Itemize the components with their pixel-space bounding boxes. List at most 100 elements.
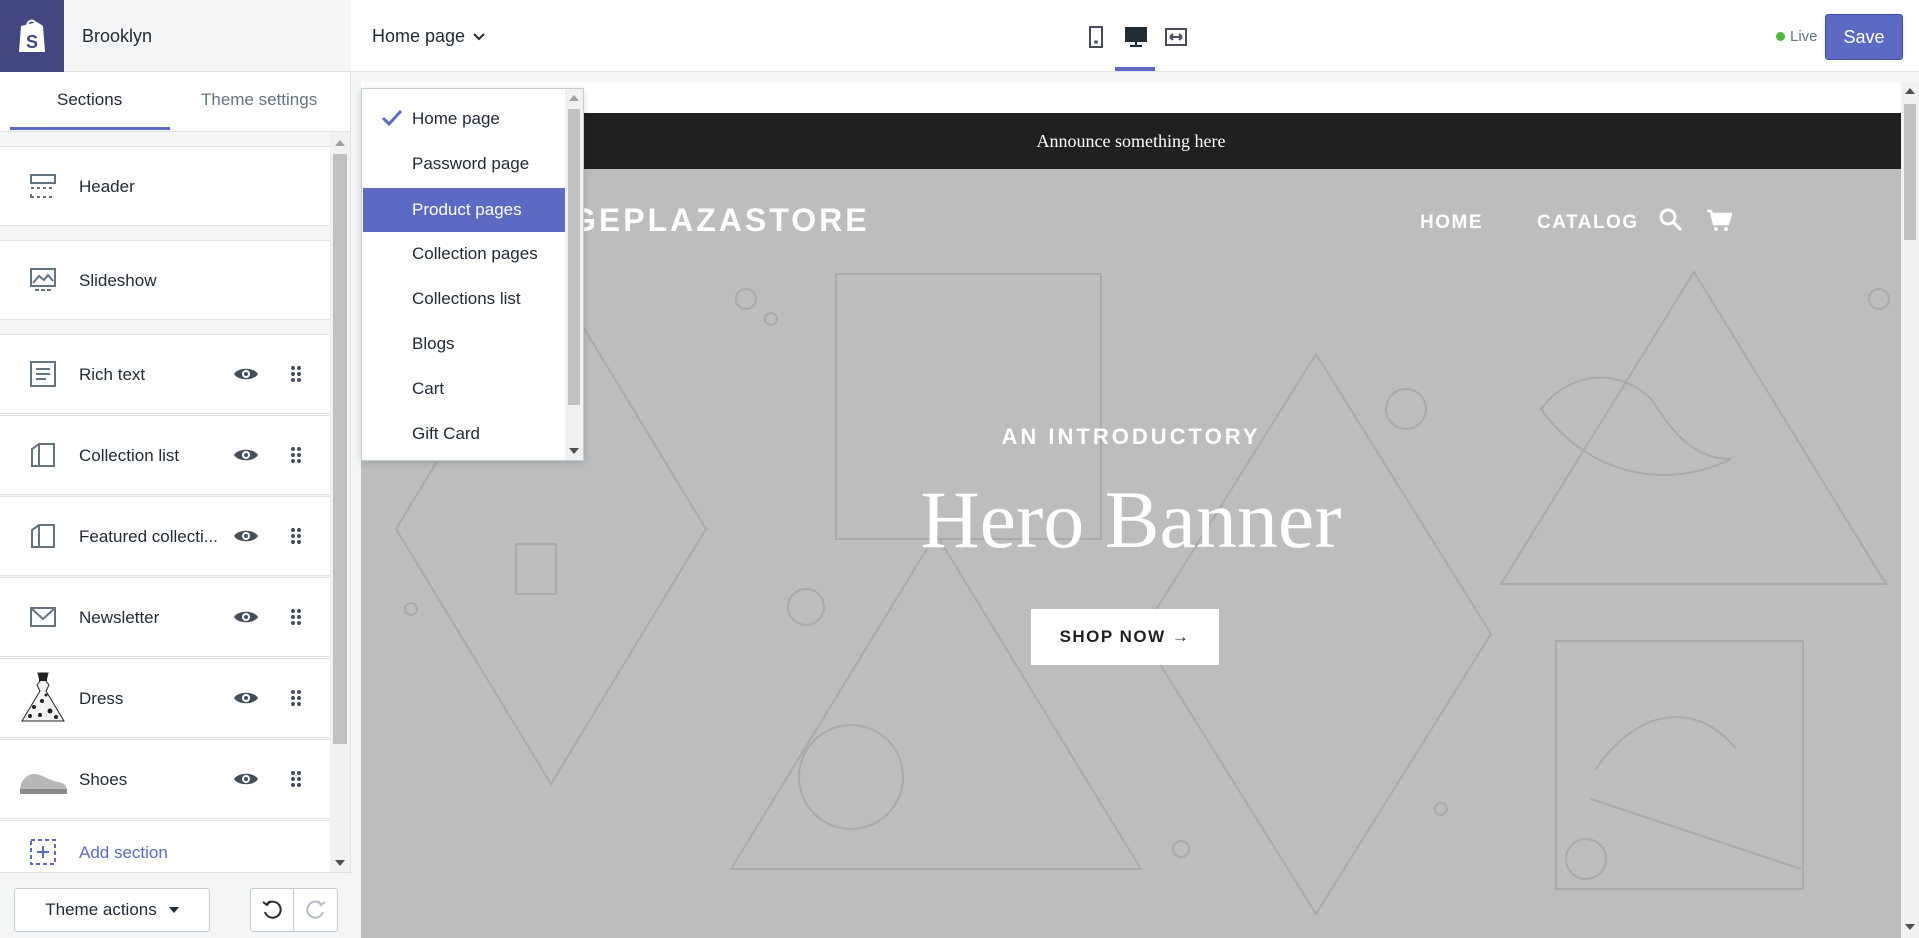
- eye-icon[interactable]: [233, 769, 259, 789]
- section-list-scrollbar[interactable]: [330, 132, 350, 872]
- redo-button[interactable]: [294, 889, 337, 931]
- scroll-down-arrow-icon[interactable]: [335, 860, 345, 866]
- collection-icon: [28, 521, 58, 551]
- store-logo-text[interactable]: GEPLAZASTORE: [571, 202, 870, 239]
- desktop-icon[interactable]: [1124, 24, 1148, 50]
- slideshow-image-icon: [28, 265, 58, 295]
- eye-icon[interactable]: [233, 607, 259, 627]
- dropdown-item-collection-pages[interactable]: Collection pages: [363, 232, 565, 276]
- tab-sections[interactable]: Sections: [57, 90, 122, 110]
- announcement-bar[interactable]: Announce something here: [361, 113, 1901, 169]
- redo-icon: [305, 900, 326, 919]
- section-item-featured-collection[interactable]: Featured collecti...: [0, 496, 330, 576]
- section-item-collection-list[interactable]: Collection list: [0, 415, 330, 495]
- section-item-header[interactable]: Header: [0, 146, 330, 226]
- brand-bar: S Brooklyn: [0, 0, 351, 72]
- dropdown-item-label: Blogs: [412, 334, 455, 353]
- hero-slideshow: GEPLAZASTORE HOME CATALOG AN INTRODUCTOR…: [361, 169, 1901, 938]
- section-label: Shoes: [79, 770, 128, 789]
- dropdown-item-blogs[interactable]: Blogs: [363, 322, 565, 366]
- tab-theme-settings[interactable]: Theme settings: [201, 90, 317, 110]
- text-block-icon: [28, 359, 58, 389]
- dropdown-item-gift-card[interactable]: Gift Card: [363, 412, 565, 456]
- active-tab-indicator: [10, 127, 170, 130]
- dropdown-item-label: Collections list: [412, 289, 521, 308]
- hero-subtitle: AN INTRODUCTORY: [1001, 424, 1261, 449]
- envelope-icon: [28, 602, 58, 632]
- section-label: Dress: [79, 689, 124, 708]
- device-switcher: [1084, 24, 1188, 50]
- mobile-icon[interactable]: [1084, 24, 1108, 50]
- scrollbar-thumb[interactable]: [1904, 104, 1916, 240]
- section-label: Rich text: [79, 365, 146, 384]
- nav-link-home[interactable]: HOME: [1420, 212, 1483, 234]
- search-icon[interactable]: [1658, 207, 1684, 233]
- scroll-up-arrow-icon[interactable]: [1905, 88, 1915, 94]
- eye-icon[interactable]: [233, 526, 259, 546]
- preview-scrollbar[interactable]: [1901, 82, 1919, 938]
- scroll-up-arrow-icon[interactable]: [569, 95, 579, 101]
- scrollbar-thumb[interactable]: [568, 109, 580, 405]
- shopify-logo-icon[interactable]: S: [0, 0, 64, 72]
- nav-link-catalog[interactable]: CATALOG: [1537, 212, 1639, 234]
- svg-text:S: S: [26, 32, 38, 52]
- live-status: Live: [1776, 28, 1818, 45]
- dropdown-item-product-pages[interactable]: Product pages: [363, 188, 565, 232]
- undo-button[interactable]: [251, 889, 295, 931]
- store-name: Brooklyn: [82, 26, 153, 46]
- dropdown-item-password-page[interactable]: Password page: [363, 142, 565, 186]
- section-label: Slideshow: [79, 271, 157, 290]
- dropdown-item-cart[interactable]: Cart: [363, 367, 565, 411]
- section-list: Header Slideshow Rich text Collection li…: [0, 132, 330, 872]
- add-section-button[interactable]: Add section: [0, 820, 330, 872]
- undo-icon: [262, 900, 282, 919]
- collection-icon: [28, 440, 58, 470]
- scrollbar-thumb[interactable]: [333, 154, 347, 744]
- page-selector[interactable]: Home page: [372, 26, 485, 47]
- save-button[interactable]: Save: [1825, 14, 1903, 60]
- theme-actions-button[interactable]: Theme actions: [14, 888, 210, 932]
- eye-icon[interactable]: [233, 364, 259, 384]
- eye-icon[interactable]: [233, 445, 259, 465]
- section-label: Newsletter: [79, 608, 160, 627]
- section-label: Featured collecti...: [79, 527, 218, 546]
- page-selector-dropdown: Home page Password page Product pages Co…: [361, 88, 584, 461]
- scroll-up-arrow-icon[interactable]: [335, 140, 345, 146]
- section-label: Header: [79, 177, 135, 196]
- dropdown-item-collections-list[interactable]: Collections list: [363, 277, 565, 321]
- theme-preview: Announce something here GEPLAZASTORE HOM…: [351, 72, 1919, 938]
- add-section-icon: [28, 837, 58, 867]
- live-status-label: Live: [1790, 28, 1818, 45]
- cart-icon[interactable]: [1706, 207, 1732, 233]
- hero-title: Hero Banner: [920, 474, 1342, 565]
- active-device-indicator: [1115, 67, 1155, 71]
- section-item-slideshow[interactable]: Slideshow: [0, 240, 330, 320]
- live-status-dot: [1776, 32, 1785, 41]
- scroll-down-arrow-icon[interactable]: [569, 448, 579, 454]
- dropdown-scrollbar[interactable]: [565, 89, 583, 460]
- shop-now-button[interactable]: SHOP NOW →: [1031, 609, 1219, 665]
- drag-handle-icon[interactable]: [288, 526, 304, 546]
- shoes-thumbnail: [20, 774, 67, 794]
- section-item-dress[interactable]: Dress: [0, 658, 330, 738]
- scroll-down-arrow-icon[interactable]: [1905, 924, 1915, 930]
- drag-handle-icon[interactable]: [288, 688, 304, 708]
- drag-handle-icon[interactable]: [288, 607, 304, 627]
- page-selector-label: Home page: [372, 26, 466, 46]
- sidebar-tabs: Sections Theme settings: [0, 72, 351, 132]
- dropdown-item-label: Collection pages: [412, 244, 538, 263]
- section-item-rich-text[interactable]: Rich text: [0, 334, 330, 414]
- sidebar-footer: Theme actions: [0, 872, 351, 938]
- dropdown-item-home-page[interactable]: Home page: [363, 97, 565, 141]
- drag-handle-icon[interactable]: [288, 445, 304, 465]
- eye-icon[interactable]: [233, 688, 259, 708]
- section-item-shoes[interactable]: Shoes: [0, 739, 330, 819]
- drag-handle-icon[interactable]: [288, 364, 304, 384]
- header-layout-icon: [28, 171, 58, 201]
- dress-thumbnail: [21, 672, 65, 722]
- drag-handle-icon[interactable]: [288, 769, 304, 789]
- fullwidth-icon[interactable]: [1164, 24, 1188, 50]
- undo-redo-group: [250, 888, 338, 932]
- dropdown-item-label: Product pages: [412, 200, 522, 219]
- section-item-newsletter[interactable]: Newsletter: [0, 577, 330, 657]
